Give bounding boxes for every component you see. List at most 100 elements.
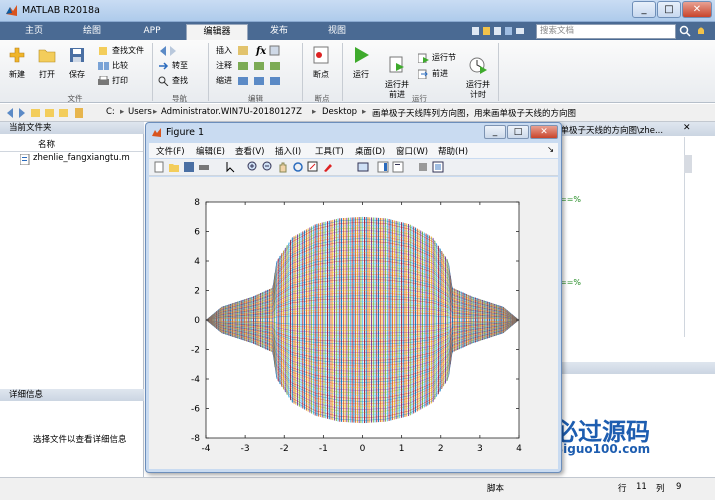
breakpoints-button[interactable]: 断点: [307, 46, 335, 80]
colorbar-icon[interactable]: [377, 161, 389, 173]
minimize-button[interactable]: _: [632, 1, 656, 18]
new-button[interactable]: 新建: [4, 46, 30, 80]
menu-window[interactable]: 窗口(W): [396, 145, 428, 157]
menu-desktop[interactable]: 桌面(D): [355, 145, 385, 157]
x-tick-label: 0: [360, 444, 366, 454]
data-cursor-icon[interactable]: [307, 161, 319, 173]
dock-arrow-icon[interactable]: ↘: [547, 145, 554, 155]
find-files-icon: [99, 47, 107, 55]
open-file-icon[interactable]: [168, 161, 180, 173]
maximize-button[interactable]: □: [657, 1, 681, 18]
find-files-button[interactable]: 查找文件: [98, 45, 144, 57]
status-col: 9: [676, 482, 682, 492]
polar-pattern-plot[interactable]: -4 -3 -2 -1 0 1 2 3 4 -8 -6 -4 -2 0 2 4 6 8: [149, 177, 558, 469]
compare-button[interactable]: 比较: [98, 60, 128, 72]
run-advance-icon: [389, 56, 404, 73]
menu-view[interactable]: 查看(V): [235, 145, 264, 157]
run-play-icon: [355, 47, 369, 63]
link-plot-icon[interactable]: [357, 161, 369, 173]
search-docs-input[interactable]: 搜索文档: [536, 24, 676, 39]
breadcrumb-users[interactable]: Users: [128, 107, 152, 117]
zoom-out-icon[interactable]: [262, 161, 274, 173]
section-file: 文件: [67, 94, 83, 103]
window-title: MATLAB R2018a: [22, 5, 100, 16]
find-button[interactable]: 查找: [158, 75, 188, 87]
details-title: 详细信息: [0, 389, 144, 401]
status-bar: 脚本 行 11 列 9: [0, 477, 715, 500]
run-and-time-button[interactable]: 运行并 计时: [462, 46, 494, 100]
breadcrumb-user[interactable]: Administrator.WIN7U-20180127Z: [161, 107, 302, 117]
editor-tab[interactable]: 画单极子天线的方向图\zhe...: [552, 124, 663, 136]
print-button[interactable]: 打印: [98, 75, 128, 87]
comment-button[interactable]: 注释: [214, 60, 232, 72]
y-tick-label: 2: [194, 287, 200, 297]
goto-button[interactable]: 转至: [158, 60, 188, 72]
bell-icon[interactable]: [695, 25, 707, 37]
status-script: 脚本: [487, 484, 505, 494]
save-button[interactable]: 保存: [64, 46, 90, 80]
tab-apps[interactable]: APP: [124, 24, 180, 40]
tab-home[interactable]: 主页: [8, 24, 60, 40]
indent-button[interactable]: 缩进: [214, 75, 232, 87]
search-icon[interactable]: [679, 25, 691, 37]
name-column-header[interactable]: 名称: [38, 138, 55, 150]
editor-tabstrip: 画单极子天线的方向图\zhe... ✕: [550, 122, 715, 136]
nav-icons[interactable]: [5, 107, 85, 119]
tab-plots[interactable]: 绘图: [66, 24, 118, 40]
save-figure-icon[interactable]: [183, 161, 195, 173]
print-figure-icon[interactable]: [198, 161, 210, 173]
legend-icon[interactable]: [392, 161, 404, 173]
new-figure-icon[interactable]: [153, 161, 165, 173]
edit-tool-icons[interactable]: fx: [236, 44, 298, 90]
insert-button[interactable]: 插入: [214, 45, 232, 57]
breadcrumb-drive[interactable]: C:: [106, 107, 115, 117]
menu-edit[interactable]: 编辑(E): [196, 145, 225, 157]
figure-maximize-button[interactable]: □: [507, 125, 529, 139]
figure-minimize-button[interactable]: _: [484, 125, 506, 139]
menu-insert[interactable]: 插入(I): [275, 145, 301, 157]
advance-button[interactable]: 前进: [418, 68, 448, 80]
x-tick-label: 4: [516, 444, 522, 454]
menu-help[interactable]: 帮助(H): [438, 145, 468, 157]
tab-publish[interactable]: 发布: [252, 24, 306, 40]
run-and-advance-button[interactable]: 运行并 前进: [380, 46, 414, 100]
run-button[interactable]: 运行: [346, 46, 376, 80]
y-tick-label: -6: [191, 405, 200, 415]
open-button[interactable]: 打开: [34, 46, 60, 80]
menu-tools[interactable]: 工具(T): [315, 145, 344, 157]
tab-view[interactable]: 视图: [310, 24, 364, 40]
brush-icon[interactable]: [322, 161, 334, 173]
toolstrip-tabs: 主页 绘图 APP 编辑器 发布 视图 搜索文档: [0, 22, 715, 40]
command-window-title: [550, 362, 715, 374]
hide-plot-tools-icon[interactable]: [417, 161, 429, 173]
tab-editor[interactable]: 编辑器: [186, 24, 248, 40]
current-folder-panel: 当前文件夹 名称 zhenlie_fangxiangtu.m: [0, 122, 144, 389]
x-tick-label: -4: [202, 444, 211, 454]
back-forward-icons[interactable]: [158, 45, 194, 57]
breadcrumb-folder[interactable]: 画单极子天线阵列方向图，用来画单极子天线的方向图: [372, 107, 576, 119]
show-plot-tools-icon[interactable]: [432, 161, 444, 173]
title-bar: MATLAB R2018a _ □ ✕: [0, 0, 715, 22]
zoom-in-icon[interactable]: [247, 161, 259, 173]
figure-window[interactable]: Figure 1 _ □ ✕ 文件(F) 编辑(E) 查看(V) 插入(I) 工…: [145, 122, 562, 473]
y-tick-label: 0: [194, 316, 200, 326]
pan-hand-icon[interactable]: [277, 161, 289, 173]
menu-file[interactable]: 文件(F): [156, 145, 185, 157]
run-section-button[interactable]: 运行节: [418, 52, 456, 64]
save-disk-icon: [70, 48, 84, 62]
editor-tab-close[interactable]: ✕: [683, 123, 691, 133]
goto-arrow-icon: [159, 62, 169, 70]
run-section-icon: [418, 53, 429, 63]
status-row: 11: [636, 482, 647, 492]
figure-close-button[interactable]: ✕: [530, 125, 558, 139]
run-time-icon: [469, 57, 487, 74]
x-tick-label: 1: [399, 444, 405, 454]
pointer-icon[interactable]: [225, 161, 237, 173]
figure-toolbar: [149, 159, 558, 176]
section-run: 运行: [412, 94, 427, 103]
editor-scrollbar-thumb[interactable]: [684, 155, 692, 173]
close-button[interactable]: ✕: [682, 1, 712, 18]
file-item[interactable]: zhenlie_fangxiangtu.m: [20, 153, 130, 165]
rotate-3d-icon[interactable]: [292, 161, 304, 173]
breadcrumb-desktop[interactable]: Desktop: [322, 107, 357, 117]
